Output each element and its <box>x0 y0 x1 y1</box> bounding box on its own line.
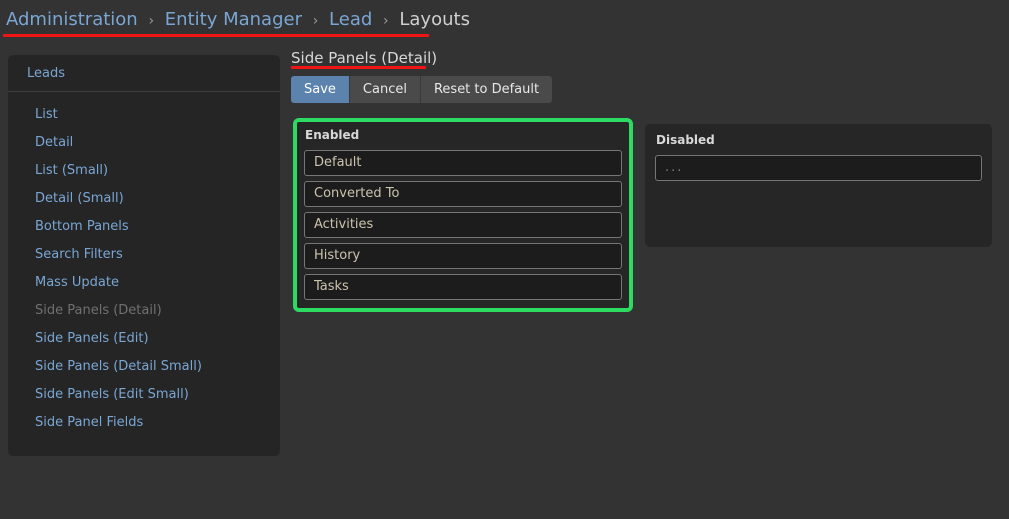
cancel-button[interactable]: Cancel <box>348 76 420 103</box>
reset-to-default-button[interactable]: Reset to Default <box>419 76 553 103</box>
sidebar-item-side-panel-fields[interactable]: Side Panel Fields <box>8 409 280 437</box>
sidebar-item-side-panels-detail-small[interactable]: Side Panels (Detail Small) <box>8 353 280 381</box>
sidebar-list: List Detail List (Small) Detail (Small) … <box>8 92 280 437</box>
disabled-panel-title: Disabled <box>656 133 715 147</box>
sidebar-item-bottom-panels[interactable]: Bottom Panels <box>8 213 280 241</box>
sidebar-header: Leads <box>8 55 280 92</box>
breadcrumb-item-entity-manager[interactable]: Entity Manager <box>165 9 302 30</box>
save-button[interactable]: Save <box>291 76 349 103</box>
sidebar-item-side-panels-detail[interactable]: Side Panels (Detail) <box>8 297 280 325</box>
enabled-panel: Enabled Default Converted To Activities … <box>293 118 633 312</box>
sidebar-item-list-small[interactable]: List (Small) <box>8 157 280 185</box>
sidebar-item-detail-small[interactable]: Detail (Small) <box>8 185 280 213</box>
list-item[interactable]: Converted To <box>304 181 622 207</box>
breadcrumb-separator-icon: › <box>383 13 389 29</box>
list-item[interactable]: Tasks <box>304 274 622 300</box>
disabled-panel: Disabled ... <box>645 124 992 247</box>
list-item[interactable]: Activities <box>304 212 622 238</box>
sidebar-item-detail[interactable]: Detail <box>8 129 280 157</box>
breadcrumb-item-administration[interactable]: Administration <box>6 9 138 30</box>
breadcrumb-separator-icon: › <box>312 13 319 29</box>
sidebar-item-mass-update[interactable]: Mass Update <box>8 269 280 297</box>
breadcrumb-item-lead[interactable]: Lead <box>329 9 372 30</box>
app-root: Administration › Entity Manager › Lead ›… <box>0 0 1009 519</box>
breadcrumb-separator-icon: › <box>148 13 155 29</box>
sidebar-item-side-panels-edit-small[interactable]: Side Panels (Edit Small) <box>8 381 280 409</box>
list-item[interactable]: History <box>304 243 622 269</box>
disabled-placeholder-item[interactable]: ... <box>655 155 982 181</box>
annotation-underline-breadcrumb <box>3 34 429 37</box>
sidebar-item-list[interactable]: List <box>8 101 280 129</box>
list-item[interactable]: Default <box>304 150 622 176</box>
page-title: Side Panels (Detail) <box>291 49 438 67</box>
breadcrumb: Administration › Entity Manager › Lead ›… <box>6 8 470 33</box>
enabled-panel-title: Enabled <box>305 128 360 142</box>
main-content: Side Panels (Detail) Save Cancel Reset t… <box>291 48 1001 318</box>
action-button-group: Save Cancel Reset to Default <box>291 76 553 103</box>
sidebar: Leads List Detail List (Small) Detail (S… <box>8 55 280 456</box>
sidebar-item-search-filters[interactable]: Search Filters <box>8 241 280 269</box>
layout-panels: Enabled Default Converted To Activities … <box>291 118 1001 318</box>
sidebar-item-side-panels-edit[interactable]: Side Panels (Edit) <box>8 325 280 353</box>
breadcrumb-item-layouts: Layouts <box>399 9 470 30</box>
